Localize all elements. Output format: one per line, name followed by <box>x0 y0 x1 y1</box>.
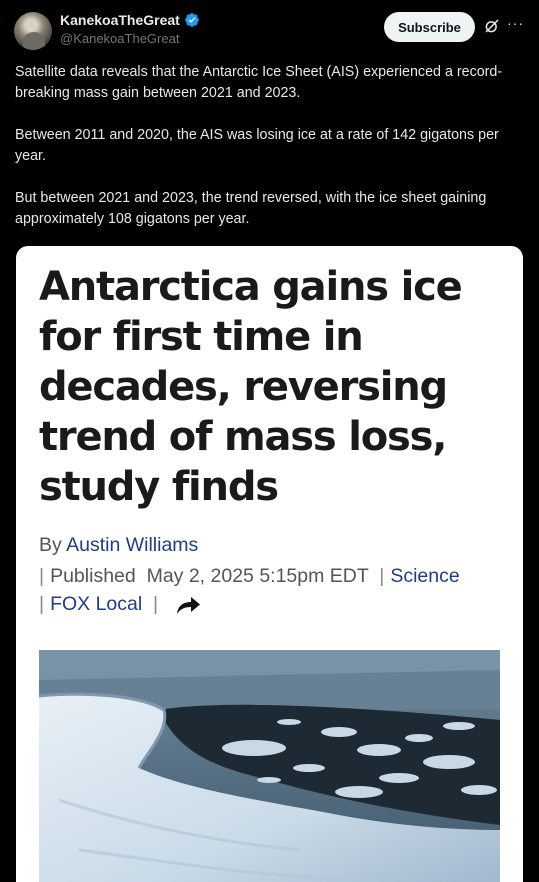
source-link: FOX Local <box>50 593 143 615</box>
divider: | <box>39 593 45 615</box>
published-label: Published <box>50 565 136 587</box>
article-meta: | Published May 2, 2025 5:15pm EDT | Scien… <box>39 562 509 618</box>
grok-icon[interactable] <box>483 17 501 35</box>
post-paragraph: Between 2011 and 2020, the AIS was losin… <box>15 127 499 164</box>
subscribe-button[interactable]: Subscribe <box>384 12 475 42</box>
post-header: KanekoaTheGreat @KanekoaTheGreat Subscri… <box>0 0 539 60</box>
verified-badge-icon <box>184 13 199 27</box>
avatar[interactable] <box>14 12 52 50</box>
divider: | <box>373 565 385 587</box>
by-prefix: By <box>39 534 62 556</box>
user-handle[interactable]: @KanekoaTheGreat <box>60 31 179 46</box>
post-paragraph: Satellite data reveals that the Antarcti… <box>15 64 503 101</box>
antarctic-ice-photo <box>39 650 500 882</box>
post-text: Satellite data reveals that the Antarcti… <box>15 62 525 230</box>
article-image-card[interactable]: Antarctica gains ice for first time in d… <box>16 246 523 882</box>
byline: By Austin Williams <box>39 534 198 557</box>
publish-date: May 2, 2025 5:15pm EDT <box>146 565 369 587</box>
post-paragraph: But between 2021 and 2023, the trend rev… <box>15 190 487 227</box>
display-name[interactable]: KanekoaTheGreat <box>60 12 180 28</box>
article-headline: Antarctica gains ice for first time in d… <box>39 264 463 510</box>
more-options-icon[interactable]: ··· <box>507 14 525 32</box>
divider: | <box>39 565 45 587</box>
author-link: Austin Williams <box>66 534 199 556</box>
name-row: KanekoaTheGreat <box>60 12 200 28</box>
share-arrow-icon <box>176 596 200 614</box>
category-link: Science <box>390 565 460 587</box>
divider: | <box>147 593 159 615</box>
